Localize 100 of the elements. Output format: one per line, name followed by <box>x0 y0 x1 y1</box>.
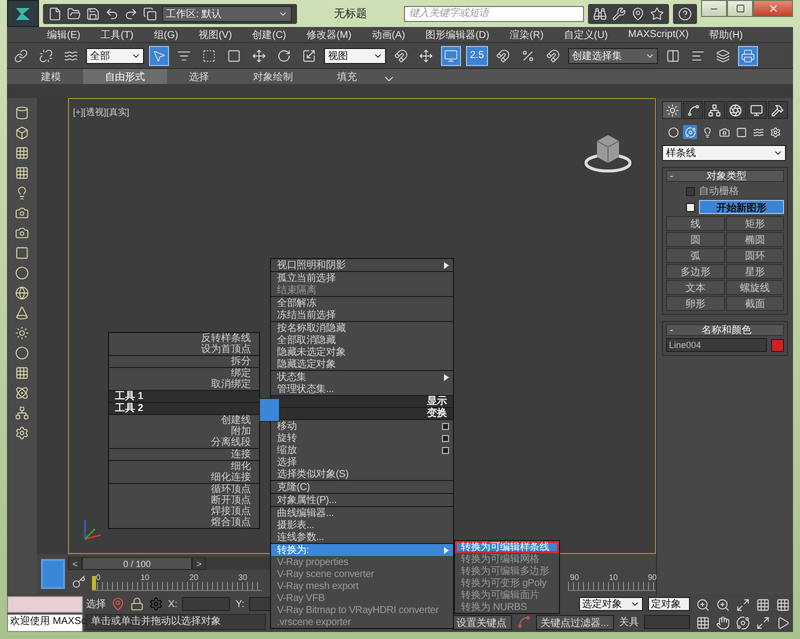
time-slider-thumb[interactable]: 0 / 100 <box>82 557 192 570</box>
key-curve-icon[interactable] <box>516 615 531 629</box>
move-icon[interactable] <box>252 48 266 62</box>
magnet-icon[interactable] <box>394 48 408 62</box>
script-input-field[interactable] <box>7 596 83 613</box>
maximize-icon[interactable] <box>736 598 750 612</box>
light-bulb-icon[interactable] <box>15 186 29 200</box>
sun-tab[interactable] <box>662 101 682 119</box>
cursor-icon[interactable] <box>152 48 166 62</box>
move-icon[interactable] <box>419 48 433 62</box>
cube-icon[interactable] <box>15 126 29 140</box>
menu-bar-item[interactable]: 修改器(M) <box>306 28 352 42</box>
undo-icon[interactable] <box>105 6 119 20</box>
ribbon-tab[interactable]: 对象绘制 <box>231 69 315 84</box>
molecule-icon[interactable] <box>15 386 29 400</box>
selection-dropdown[interactable]: 定对象 <box>648 597 690 611</box>
menu-item[interactable]: 曲线编辑器... <box>271 507 453 519</box>
sphere-icon[interactable] <box>15 346 29 360</box>
shape-button[interactable]: 螺旋线 <box>726 280 784 295</box>
grid-icon[interactable] <box>776 598 790 612</box>
menu-bar-item[interactable]: 图形编辑器(D) <box>425 28 490 42</box>
start-new-shape-button[interactable]: 开始新图形 <box>699 200 784 214</box>
set-key-button[interactable]: 设置关键点 <box>452 614 512 630</box>
printer-icon[interactable] <box>740 48 755 62</box>
redo-icon[interactable] <box>124 6 138 20</box>
shape-button[interactable]: 星形 <box>726 264 784 279</box>
menu-item[interactable]: 分离线段 <box>109 437 259 448</box>
settings-box-icon[interactable] <box>442 446 449 454</box>
menu-item[interactable]: 状态集 <box>271 371 453 383</box>
named-selection-dropdown[interactable]: 创建选择集 <box>568 48 658 64</box>
scale-icon[interactable] <box>302 48 316 62</box>
settings-box-icon[interactable] <box>442 434 449 442</box>
hammer-tab[interactable] <box>768 101 788 119</box>
ribbon-tab[interactable]: 填充 <box>315 69 379 84</box>
menu-bar-item[interactable]: 渲染(R) <box>510 28 544 42</box>
new-file-icon[interactable] <box>48 6 62 20</box>
help-icon[interactable] <box>678 6 692 20</box>
menu-item[interactable]: 设为首顶点 <box>109 344 259 355</box>
globe-icon[interactable] <box>15 286 29 300</box>
menu-item[interactable]: 全部取消隐藏 <box>271 334 453 346</box>
menu-item[interactable]: 旋转 <box>271 432 453 444</box>
menu-item[interactable]: 熔合顶点 <box>109 517 259 528</box>
ribbon-tab[interactable]: 选择 <box>167 69 231 84</box>
shape-button[interactable]: 截面 <box>726 296 784 311</box>
shape-button[interactable]: 多边形 <box>666 264 724 279</box>
checkbox[interactable] <box>686 202 695 212</box>
lock-icon[interactable] <box>130 597 144 611</box>
viewport-thumbnail[interactable] <box>40 559 64 589</box>
camera-icon[interactable] <box>15 226 29 240</box>
grid-icon[interactable] <box>696 616 710 630</box>
menu-bar-item[interactable]: 动画(A) <box>372 28 406 42</box>
frame-field[interactable] <box>644 615 690 629</box>
wrench-icon[interactable] <box>612 6 626 20</box>
circle-icon[interactable] <box>15 266 29 280</box>
save-icon[interactable] <box>86 6 100 20</box>
sun-icon[interactable] <box>15 326 29 340</box>
square-icon[interactable] <box>15 246 29 260</box>
zoom-icon[interactable] <box>716 598 730 612</box>
app-logo-icon[interactable] <box>7 0 39 27</box>
copy-icon[interactable] <box>143 6 157 20</box>
selection-dropdown[interactable]: 选定对象 <box>579 597 643 611</box>
menu-bar-item[interactable]: 自定义(U) <box>564 28 608 42</box>
hand-icon[interactable] <box>716 616 730 630</box>
sphere-category[interactable] <box>666 125 680 139</box>
gear-category[interactable] <box>768 125 782 139</box>
curve-tab[interactable] <box>683 101 704 119</box>
menu-item[interactable]: 选择类似对象(S) <box>271 468 453 480</box>
mirror-icon[interactable] <box>666 48 680 62</box>
minimize-button[interactable] <box>701 0 727 17</box>
color-swatch[interactable] <box>771 338 784 352</box>
close-button[interactable] <box>753 0 793 17</box>
menu-item[interactable]: 冻结当前选择 <box>271 309 453 321</box>
maximize-button[interactable] <box>727 0 753 17</box>
network-icon[interactable] <box>15 406 29 420</box>
menu-item[interactable]: 附加 <box>109 426 259 437</box>
shape-button[interactable]: 文本 <box>666 280 724 295</box>
menu-item[interactable]: 反转样条线 <box>109 333 259 344</box>
menu-item[interactable]: 视口照明和阴影 <box>271 259 453 271</box>
shape-button[interactable]: 矩形 <box>726 216 784 231</box>
menu-item[interactable]: 摄影表... <box>271 519 453 531</box>
monitor-icon[interactable] <box>444 48 458 62</box>
key-filters-button[interactable]: 关键点过滤器... <box>536 614 614 630</box>
ribbon-tab[interactable]: 自由形式 <box>83 69 167 84</box>
menu-item[interactable]: 克隆(C) <box>271 481 453 493</box>
ribbon-tab[interactable]: 建模 <box>19 69 83 84</box>
shape-button[interactable]: 圆环 <box>726 248 784 263</box>
rollout-header[interactable]: - 名称和颜色 <box>666 324 784 336</box>
shape-button[interactable]: 圆 <box>666 232 724 247</box>
dashed-square-icon[interactable] <box>202 48 216 62</box>
square-icon[interactable] <box>227 48 241 62</box>
play-icon[interactable] <box>776 616 790 630</box>
binoculars-icon[interactable] <box>593 6 607 20</box>
search-field[interactable]: 键入关键字或短语 <box>404 6 584 22</box>
link-icon[interactable] <box>14 48 28 62</box>
menu-bar-item[interactable]: 工具(T) <box>100 28 134 42</box>
shape-button[interactable]: 椭圆 <box>726 232 784 247</box>
orbit-icon[interactable] <box>736 616 750 630</box>
menu-item[interactable]: 转换为: <box>271 544 453 556</box>
zoom-icon[interactable] <box>696 598 710 612</box>
menu-item[interactable]: 全部解冻 <box>271 297 453 309</box>
